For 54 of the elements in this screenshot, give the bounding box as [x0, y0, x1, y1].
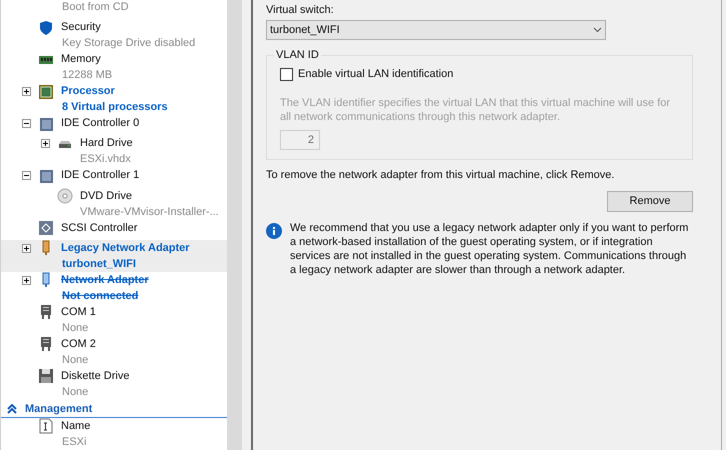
expand-toggle[interactable]: [22, 87, 31, 96]
item-value: None: [62, 352, 88, 368]
collapse-toggle[interactable]: [22, 171, 31, 180]
processor-icon: [38, 84, 54, 100]
virtual-switch-dropdown[interactable]: turbonet_WIFI: [266, 20, 606, 40]
shield-icon: [38, 20, 54, 36]
item-name: Network Adapter: [61, 272, 149, 288]
item-name: DVD Drive: [80, 188, 132, 204]
section-title: Management: [25, 402, 92, 417]
item-name: Name: [61, 418, 90, 434]
disc-icon: [57, 188, 73, 204]
info-icon: [266, 223, 282, 239]
item-name: COM 2: [61, 336, 96, 352]
item-value: ESXi: [62, 434, 86, 450]
item-name: SCSI Controller: [61, 220, 138, 236]
expand-toggle[interactable]: [22, 244, 31, 253]
field-label: Virtual switch:: [266, 3, 335, 18]
item-value: None: [62, 320, 88, 336]
item-name: IDE Controller 1: [61, 168, 140, 184]
controller-icon: [38, 116, 54, 132]
double-chevron-up-icon: [7, 404, 17, 414]
item-value: 12288 MB: [62, 68, 112, 83]
remove-hint: To remove the network adapter from this virtual machine, click Remove.: [266, 168, 616, 183]
controller-icon: [38, 168, 54, 184]
serial-port-icon: [38, 304, 54, 320]
item-name: Processor: [61, 84, 115, 99]
scrollbar-track[interactable]: [227, 0, 242, 450]
item-value: turbonet_WIFI: [62, 256, 136, 272]
expand-toggle[interactable]: [41, 139, 50, 148]
collapse-toggle[interactable]: [22, 119, 31, 128]
info-message: We recommend that you use a legacy network adapter only if you want to perform a network-based installation of the guest operating system, or if integration services are not installed in the guest operating system. Communications through a legacy network adapter are slower than through a network adapter.: [290, 221, 690, 277]
document-icon: [38, 418, 54, 434]
item-value: 8 Virtual processors: [62, 100, 168, 115]
item-name: Diskette Drive: [61, 368, 130, 384]
chevron-down-icon: [593, 27, 602, 33]
item-name: COM 1: [61, 304, 96, 320]
remove-button[interactable]: Remove: [607, 191, 693, 212]
item-value: Key Storage Drive disabled: [62, 36, 196, 51]
expand-toggle[interactable]: [22, 276, 31, 285]
item-name: IDE Controller 0: [61, 116, 140, 131]
vlan-description: The VLAN identifier specifies the virtual LAN that this virtual machine will use for all network communications through this network adapter.: [280, 96, 672, 124]
checkbox-label: Enable virtual LAN identification: [298, 67, 454, 82]
item-value: None: [62, 384, 88, 400]
item-name: Memory: [61, 52, 101, 67]
controller-icon: [38, 220, 54, 236]
tree-item[interactable]: Legacy Network Adapter turbonet_WIFI: [1, 240, 228, 272]
item-value: ESXi.vhdx: [80, 152, 131, 168]
item-value: VMware-VMvisor-Installer-...: [80, 204, 219, 220]
item-value: Not connected: [62, 288, 138, 304]
item-name: Hard Drive: [80, 136, 133, 152]
item-name: Legacy Network Adapter: [61, 240, 190, 256]
item-value: Boot from CD: [62, 0, 129, 15]
item-name: Security: [61, 20, 101, 35]
serial-port-icon: [38, 336, 54, 352]
